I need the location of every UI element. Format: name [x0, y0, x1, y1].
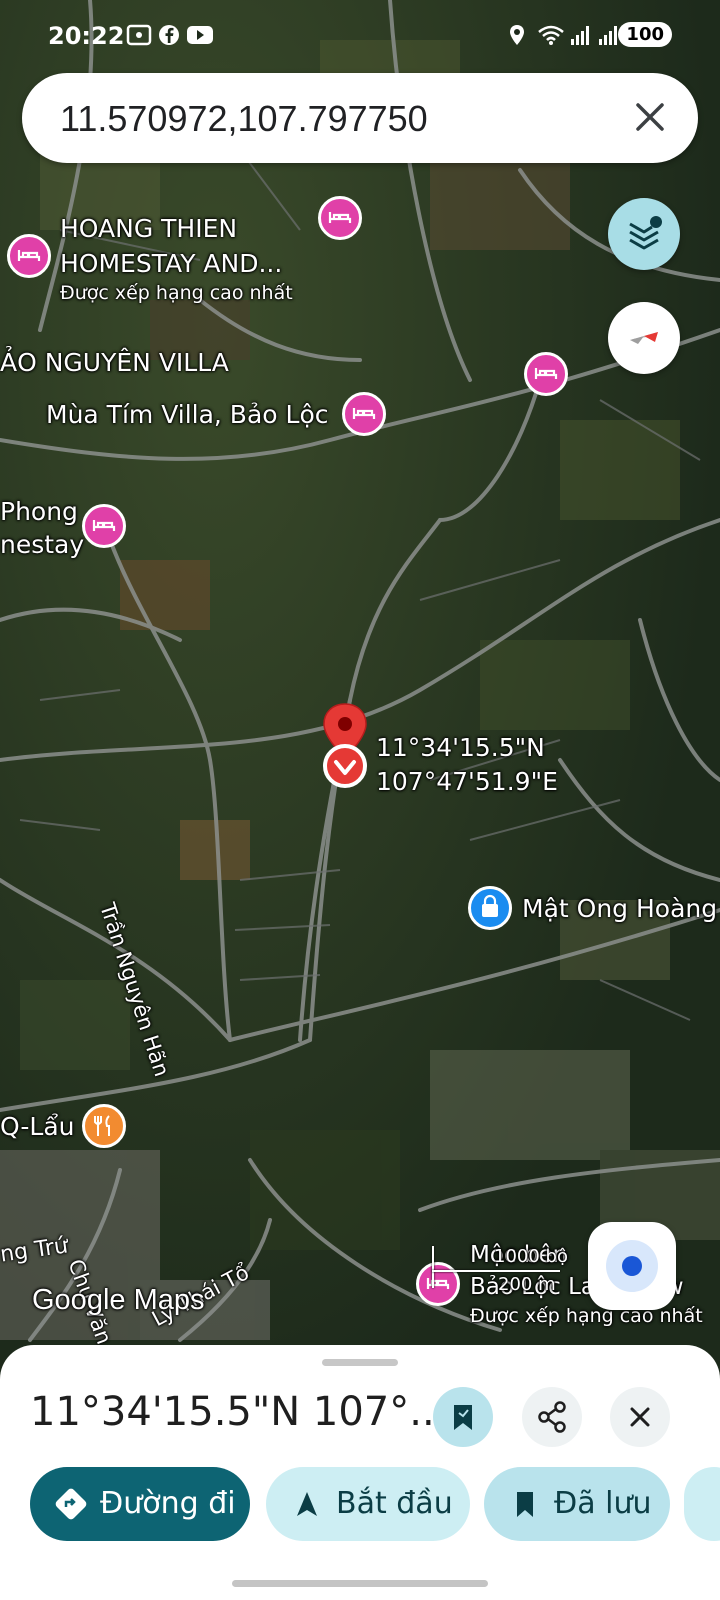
scale-bar: 1000 bộ 200 m	[432, 1246, 568, 1296]
hotel-marker[interactable]	[524, 352, 568, 396]
location-status-icon	[510, 25, 524, 45]
my-location-button[interactable]	[588, 1222, 676, 1310]
shopping-marker[interactable]	[468, 886, 512, 930]
poi-label[interactable]: nestay	[0, 530, 84, 559]
search-query[interactable]: 11.570972,107.797750	[60, 98, 428, 140]
poi-label[interactable]: Phong	[0, 497, 78, 526]
directions-button[interactable]: Đường đi	[30, 1467, 250, 1541]
close-button[interactable]	[610, 1387, 670, 1447]
layers-icon	[629, 216, 662, 250]
poi-rating-label: Được xếp hạng cao nhất	[60, 282, 293, 304]
restaurant-marker[interactable]	[82, 1104, 126, 1148]
place-bottom-sheet[interactable]: 11°34'15.5"N 107°... Đường đi Bắt đầu Đã…	[0, 1345, 720, 1600]
share-icon	[538, 1401, 566, 1433]
pin-longitude-label: 107°47'51.9"E	[376, 767, 558, 796]
start-button[interactable]: Bắt đầu	[266, 1467, 470, 1541]
bookmark-icon	[517, 1492, 533, 1517]
compass-icon	[630, 332, 658, 344]
poi-label[interactable]: Q-Lẩu	[0, 1112, 75, 1141]
hotel-marker[interactable]	[318, 196, 362, 240]
layers-button[interactable]	[608, 198, 680, 270]
saved-label: Đã lưu	[554, 1486, 652, 1521]
search-bar[interactable]: 11.570972,107.797750	[22, 73, 698, 163]
place-title: 11°34'15.5"N 107°...	[30, 1389, 448, 1435]
signal-2-icon	[599, 26, 617, 45]
hotel-marker[interactable]	[82, 504, 126, 548]
poi-label[interactable]: Mật Ong Hoàng	[522, 894, 717, 923]
fork-knife-icon	[94, 1115, 110, 1136]
scale-feet-label: 1000 bộ	[494, 1246, 568, 1267]
poi-label[interactable]: ẢO NGUYÊN VILLA	[0, 348, 229, 377]
signal-1-icon	[571, 26, 589, 45]
directions-icon	[55, 1488, 87, 1520]
navigation-arrow-icon	[297, 1492, 317, 1516]
status-bar: 20:22 100	[0, 0, 720, 80]
bed-icon	[534, 368, 558, 379]
screen-record-icon	[126, 24, 152, 46]
dropped-pin-icon[interactable]	[316, 700, 374, 790]
poi-label[interactable]: Mùa Tím Villa, Bảo Lộc	[46, 400, 328, 429]
start-label: Bắt đầu	[336, 1486, 453, 1521]
bookmark-icon	[454, 1405, 472, 1430]
youtube-icon	[187, 26, 213, 44]
save-button[interactable]	[433, 1387, 493, 1447]
close-icon	[630, 1407, 650, 1427]
home-indicator[interactable]	[232, 1580, 488, 1587]
status-time: 20:22	[48, 22, 125, 50]
bed-icon	[328, 212, 352, 223]
my-location-icon	[606, 1240, 658, 1292]
battery-level: 100	[618, 22, 672, 47]
poi-label[interactable]: HOANG THIEN	[60, 214, 237, 243]
wifi-icon	[538, 25, 564, 45]
directions-label: Đường đi	[100, 1486, 236, 1521]
saved-button[interactable]: Đã lưu	[484, 1467, 670, 1541]
more-chip[interactable]	[684, 1467, 720, 1541]
poi-label[interactable]: HOMESTAY AND...	[60, 249, 282, 278]
compass-button[interactable]	[608, 302, 680, 374]
facebook-icon	[159, 25, 179, 45]
share-button[interactable]	[522, 1387, 582, 1447]
bed-icon	[352, 408, 376, 419]
google-maps-logo: Google Maps	[32, 1284, 205, 1316]
hotel-marker[interactable]	[342, 392, 386, 436]
bed-icon	[92, 520, 116, 531]
bed-icon	[17, 250, 41, 261]
hotel-marker[interactable]	[7, 234, 51, 278]
drag-handle[interactable]	[322, 1359, 398, 1366]
pin-latitude-label: 11°34'15.5"N	[376, 733, 545, 762]
shopping-bag-icon	[482, 894, 498, 917]
scale-meters-label: 200 m	[498, 1274, 556, 1295]
clear-search-icon[interactable]	[628, 95, 672, 139]
